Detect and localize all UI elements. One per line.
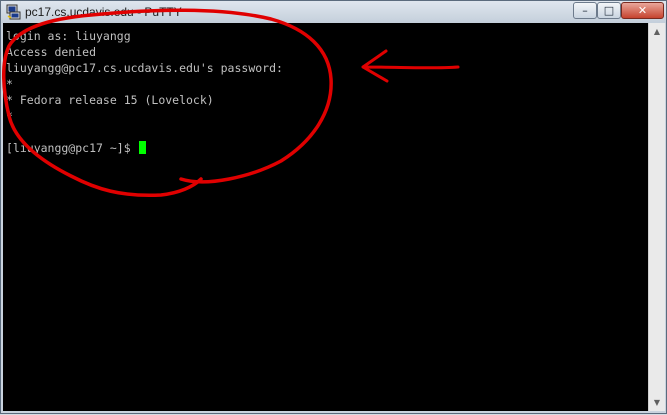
putty-window: pc17.cs.ucdavis.edu - PuTTY – □ ✕ login …	[0, 0, 667, 414]
scroll-down-arrow-icon[interactable]: ▼	[649, 394, 665, 411]
maximize-icon: □	[603, 4, 615, 17]
minimize-button[interactable]: –	[573, 2, 597, 19]
putty-icon[interactable]	[5, 4, 21, 20]
terminal-line: login as: liuyangg	[6, 29, 131, 43]
terminal-area[interactable]: login as: liuyangg Access denied liuyang…	[3, 23, 648, 411]
maximize-button[interactable]: □	[597, 2, 621, 19]
terminal-line: * Fedora release 15 (Lovelock)	[6, 93, 214, 107]
text-cursor	[138, 141, 146, 154]
vertical-scrollbar[interactable]: ▲ ▼	[648, 23, 665, 411]
terminal-line: liuyangg@pc17.cs.ucdavis.edu's password:	[6, 61, 283, 75]
minimize-icon: –	[582, 4, 588, 17]
close-button[interactable]: ✕	[621, 2, 664, 19]
scroll-up-arrow-icon[interactable]: ▲	[649, 23, 665, 40]
shell-prompt: [liuyangg@pc17 ~]$	[6, 141, 131, 155]
title-bar[interactable]: pc17.cs.ucdavis.edu - PuTTY – □ ✕	[1, 1, 666, 23]
terminal-output: login as: liuyangg Access denied liuyang…	[6, 28, 283, 156]
window-title: pc17.cs.ucdavis.edu - PuTTY	[25, 5, 182, 19]
close-icon: ✕	[637, 4, 648, 17]
terminal-line: Access denied	[6, 45, 97, 59]
terminal-line: *	[6, 77, 13, 91]
terminal-prompt-line: [liuyangg@pc17 ~]$	[6, 140, 283, 156]
terminal-line: *	[6, 109, 13, 123]
